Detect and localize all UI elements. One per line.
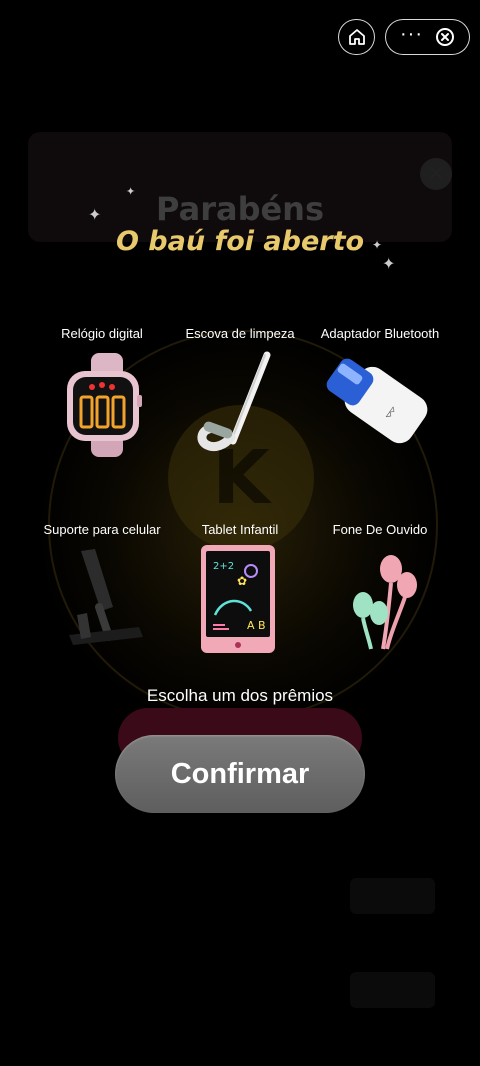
earphones-icon [325,545,435,655]
prize-label: Tablet Infantil [201,522,279,537]
prize-label: Fone De Ouvido [332,522,428,537]
confirm-button[interactable]: Confirmar [115,735,365,813]
prize-option[interactable]: Relógio digital [22,326,182,459]
choose-prize-hint: Escolha um dos prêmios [146,686,334,705]
prize-option[interactable]: Escova de limpeza [160,326,320,459]
page-title: O baú foi aberto [115,226,365,257]
prize-option[interactable]: Adaptador Bluetooth ᛒ [300,326,460,459]
background-block [350,878,435,914]
prize-label: Suporte para celular [43,522,161,537]
home-button[interactable] [338,19,375,55]
phone-stand-icon [47,545,157,655]
prize-option[interactable]: Suporte para celular [22,522,182,655]
prize-label: Escova de limpeza [185,326,295,341]
more-dots-icon[interactable]: ··· [400,24,423,44]
smartwatch-icon [47,349,157,459]
prize-label: Relógio digital [61,326,143,341]
background-block [350,972,435,1008]
menu-capsule: ··· [385,19,470,55]
bluetooth-adapter-icon: ᛒ [325,349,435,459]
svg-text:✿: ✿ [237,574,247,588]
sparkle-icon: ✦ [382,256,396,273]
close-circle-icon[interactable] [435,27,455,47]
prize-option[interactable]: Fone De Ouvido [300,522,460,655]
sparkle-icon: ✦ [372,238,383,252]
ghost-title: Parabéns [156,190,324,228]
cleaning-brush-icon [185,349,295,459]
svg-text:2+2: 2+2 [213,561,234,572]
home-icon [348,29,365,45]
sparkle-icon: ✦ [126,186,136,198]
kids-tablet-icon: 2+2 ✿ A B [185,545,295,655]
prize-option[interactable]: Tablet Infantil 2+2 ✿ A B [160,522,320,655]
background-close-icon: ✕ [420,158,452,190]
sparkle-icon: ✦ [88,207,102,224]
prize-label: Adaptador Bluetooth [320,326,440,341]
svg-text:A B: A B [247,619,266,632]
